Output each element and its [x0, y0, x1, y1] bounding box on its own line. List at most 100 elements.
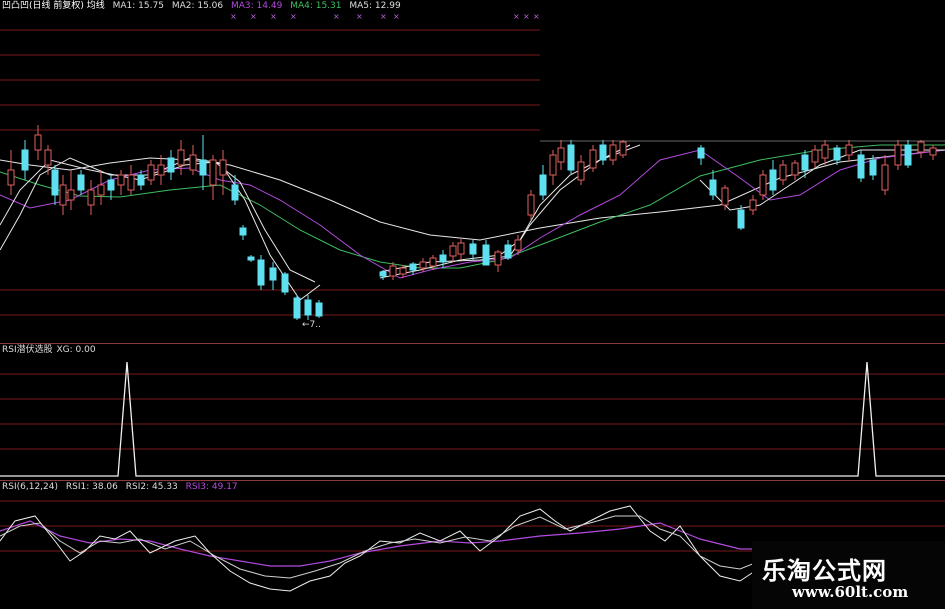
candlestick: [929, 147, 937, 156]
candlestick: [721, 187, 729, 206]
candlestick: [527, 194, 535, 216]
candlestick: [549, 154, 557, 176]
candlestick: [107, 179, 115, 191]
candlestick: [157, 164, 165, 176]
signal-marker: ×: [250, 12, 257, 21]
candlestick: [219, 159, 227, 176]
candlestick: [231, 184, 239, 201]
candlestick: [514, 239, 522, 251]
candlestick: [97, 184, 105, 196]
candlestick: [117, 174, 125, 186]
candlestick-panel[interactable]: × × × × × × × × × × × 凹凸凹(日线 前复权) 均线 MA1: 15.75 MA…: [0, 0, 945, 344]
candlestick: [409, 263, 417, 271]
candlestick: [67, 189, 75, 201]
ma4-readout: MA4: 15.31: [290, 1, 342, 11]
candlestick: [557, 147, 565, 163]
candlestick: [457, 242, 465, 255]
candlestick: [609, 144, 617, 161]
rsi3-line: [0, 520, 760, 567]
candlestick: [439, 254, 447, 263]
candlestick: [769, 169, 777, 191]
watermark: 乐淘公式网 www.60lt.com: [752, 541, 945, 609]
candlestick: [779, 164, 787, 181]
ma2-readout: MA2: 15.06: [171, 1, 224, 11]
xg-indicator-panel[interactable]: RSI潜伏选股 XG: 0.00: [0, 344, 945, 481]
candlestick: [821, 144, 829, 159]
candlestick: [917, 141, 925, 153]
candlestick: [177, 149, 185, 166]
rsi2-readout: RSI2: 45.33: [125, 482, 178, 492]
candlestick: [281, 273, 289, 293]
candlestick: [239, 227, 247, 236]
candlestick: [791, 162, 799, 176]
candlestick: [189, 154, 197, 171]
candlestick: [147, 164, 155, 181]
candlestick: [577, 161, 585, 181]
candlestick: [469, 243, 477, 255]
candlestick: [619, 141, 627, 156]
candlestick: [59, 184, 67, 206]
candlestick: [881, 164, 889, 191]
candlestick: [209, 159, 217, 186]
candlestick: [21, 149, 29, 171]
candlestick: [504, 244, 512, 259]
candlestick: [137, 174, 145, 186]
candlestick: [304, 299, 312, 316]
candlestick: [199, 159, 207, 176]
candlestick: [869, 159, 877, 176]
xg-value: XG: 0.00: [56, 345, 96, 355]
candlestick: [429, 257, 437, 267]
candlestick: [379, 271, 387, 277]
candlestick: [127, 174, 135, 191]
rsi1-readout: RSI1: 38.06: [65, 482, 118, 492]
candlestick: [894, 144, 902, 166]
ma2-line: [0, 159, 316, 283]
watermark-title: 乐淘公式网: [762, 557, 887, 585]
ma5-readout: MA5: 12.99: [349, 1, 401, 11]
signal-marker: ×: [356, 12, 363, 21]
candlestick: [44, 149, 52, 166]
ma1-readout: MA1: 15.75: [112, 1, 164, 11]
candlestick: [737, 209, 745, 229]
signal-marker: ×: [393, 12, 400, 21]
signal-marker: ×: [290, 12, 297, 21]
signal-marker: ×: [523, 12, 530, 21]
candlestick: [482, 244, 490, 266]
candlestick: [34, 134, 42, 151]
candlestick: [419, 261, 427, 269]
rsi1-line: [0, 505, 756, 592]
candlestick: [167, 157, 175, 173]
ma3-readout: MA3: 14.49: [231, 1, 283, 11]
low-price-marker: ←7..: [302, 320, 321, 330]
rsi-indicator-panel[interactable]: RSI(6,12,24) RSI1: 38.06 RSI2: 45.33 RSI…: [0, 481, 945, 609]
rsi-panel-header: RSI(6,12,24) RSI1: 38.06 RSI2: 45.33 RSI…: [2, 482, 243, 493]
rsi3-readout: RSI3: 49.17: [185, 482, 238, 492]
main-panel-header: 凹凸凹(日线 前复权) 均线 MA1: 15.75 MA2: 15.06 MA3…: [2, 1, 406, 12]
candlestick-chart[interactable]: × × × × × × × × × × ×: [0, 0, 945, 344]
candlestick: [494, 251, 502, 266]
candlestick: [77, 174, 85, 191]
candlestick: [697, 147, 705, 159]
candlestick: [449, 245, 457, 257]
candlestick: [567, 144, 575, 171]
candlestick: [7, 169, 15, 186]
candlestick: [749, 199, 757, 211]
candlestick: [293, 297, 301, 319]
signal-marker: ×: [533, 12, 540, 21]
signal-marker: ×: [270, 12, 277, 21]
candlestick: [589, 149, 597, 169]
candlestick: [87, 189, 95, 206]
candlestick: [257, 259, 265, 286]
main-panel-title: 凹凸凹(日线 前复权) 均线: [2, 1, 105, 11]
candlestick: [539, 174, 547, 196]
candlestick: [833, 147, 841, 161]
candlestick: [399, 267, 407, 275]
candlestick: [857, 154, 865, 179]
candlestick: [845, 144, 853, 156]
xg-chart[interactable]: [0, 344, 945, 481]
signal-marker: ×: [513, 12, 520, 21]
watermark-url: www.60lt.com: [792, 583, 909, 601]
candlestick: [269, 267, 277, 281]
candlestick: [599, 144, 607, 161]
signal-marker: ×: [380, 12, 387, 21]
